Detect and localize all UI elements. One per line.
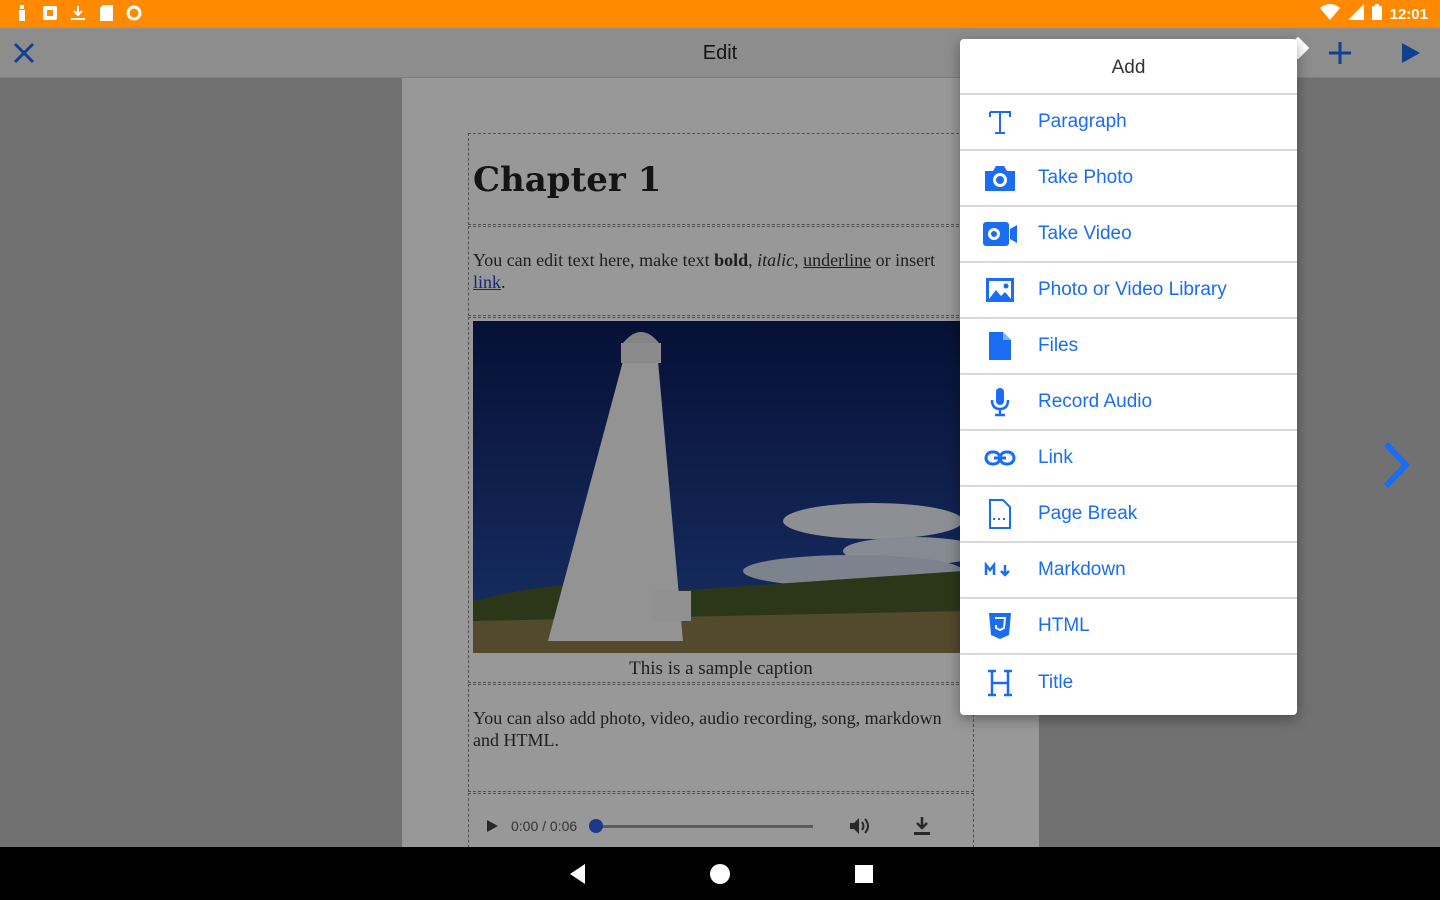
menu-item-label: Record Audio <box>1038 391 1153 412</box>
menu-item-label: Markdown <box>1038 559 1126 580</box>
wifi-icon <box>1319 4 1340 24</box>
menu-item-files[interactable]: Files <box>960 319 1297 375</box>
back-icon[interactable] <box>565 861 591 887</box>
menu-item-page-break[interactable]: Page Break <box>960 487 1297 543</box>
navigation-bar <box>0 847 1440 900</box>
sync-icon <box>126 5 142 21</box>
image-icon <box>980 272 1020 308</box>
markdown-icon <box>980 552 1020 588</box>
text-icon <box>980 104 1020 140</box>
download-icon <box>70 5 86 21</box>
menu-item-title[interactable]: Title <box>960 655 1297 711</box>
menu-item-label: HTML <box>1038 615 1090 636</box>
camera-icon <box>980 160 1020 196</box>
sim-card-icon <box>98 5 114 21</box>
file-icon <box>980 328 1020 364</box>
page-break-icon <box>980 496 1020 532</box>
notification-icons <box>14 5 142 21</box>
menu-title: Add <box>960 39 1297 95</box>
menu-item-take-video[interactable]: Take Video <box>960 207 1297 263</box>
system-status: 12:01 <box>1319 4 1428 24</box>
heading-icon <box>980 665 1020 701</box>
videocam-icon <box>980 216 1020 252</box>
signal-icon <box>1347 4 1364 24</box>
link-icon <box>980 440 1020 476</box>
menu-item-photo-video-library[interactable]: Photo or Video Library <box>960 263 1297 319</box>
notification-icon <box>14 5 30 21</box>
chevron-right-icon[interactable] <box>1378 440 1414 490</box>
menu-item-label: Page Break <box>1038 503 1138 524</box>
sd-card-icon <box>42 5 58 21</box>
mic-icon <box>980 384 1020 420</box>
clock: 12:01 <box>1389 5 1428 23</box>
recents-icon[interactable] <box>851 861 877 887</box>
menu-item-markdown[interactable]: Markdown <box>960 543 1297 599</box>
menu-item-label: Photo or Video Library <box>1038 279 1227 300</box>
html5-icon <box>980 608 1020 644</box>
status-bar: 12:01 <box>0 0 1440 28</box>
menu-item-label: Link <box>1038 447 1073 468</box>
menu-item-link[interactable]: Link <box>960 431 1297 487</box>
menu-item-label: Title <box>1038 672 1074 693</box>
menu-item-label: Take Photo <box>1038 167 1134 188</box>
add-menu: Add Paragraph Take Photo Take Video Phot… <box>960 39 1297 715</box>
menu-item-label: Take Video <box>1038 223 1132 244</box>
home-icon[interactable] <box>707 861 733 887</box>
menu-item-label: Files <box>1038 335 1079 356</box>
menu-item-html[interactable]: HTML <box>960 599 1297 655</box>
menu-item-record-audio[interactable]: Record Audio <box>960 375 1297 431</box>
battery-icon <box>1371 4 1382 24</box>
menu-item-label: Paragraph <box>1038 111 1127 132</box>
menu-item-take-photo[interactable]: Take Photo <box>960 151 1297 207</box>
menu-item-paragraph[interactable]: Paragraph <box>960 95 1297 151</box>
